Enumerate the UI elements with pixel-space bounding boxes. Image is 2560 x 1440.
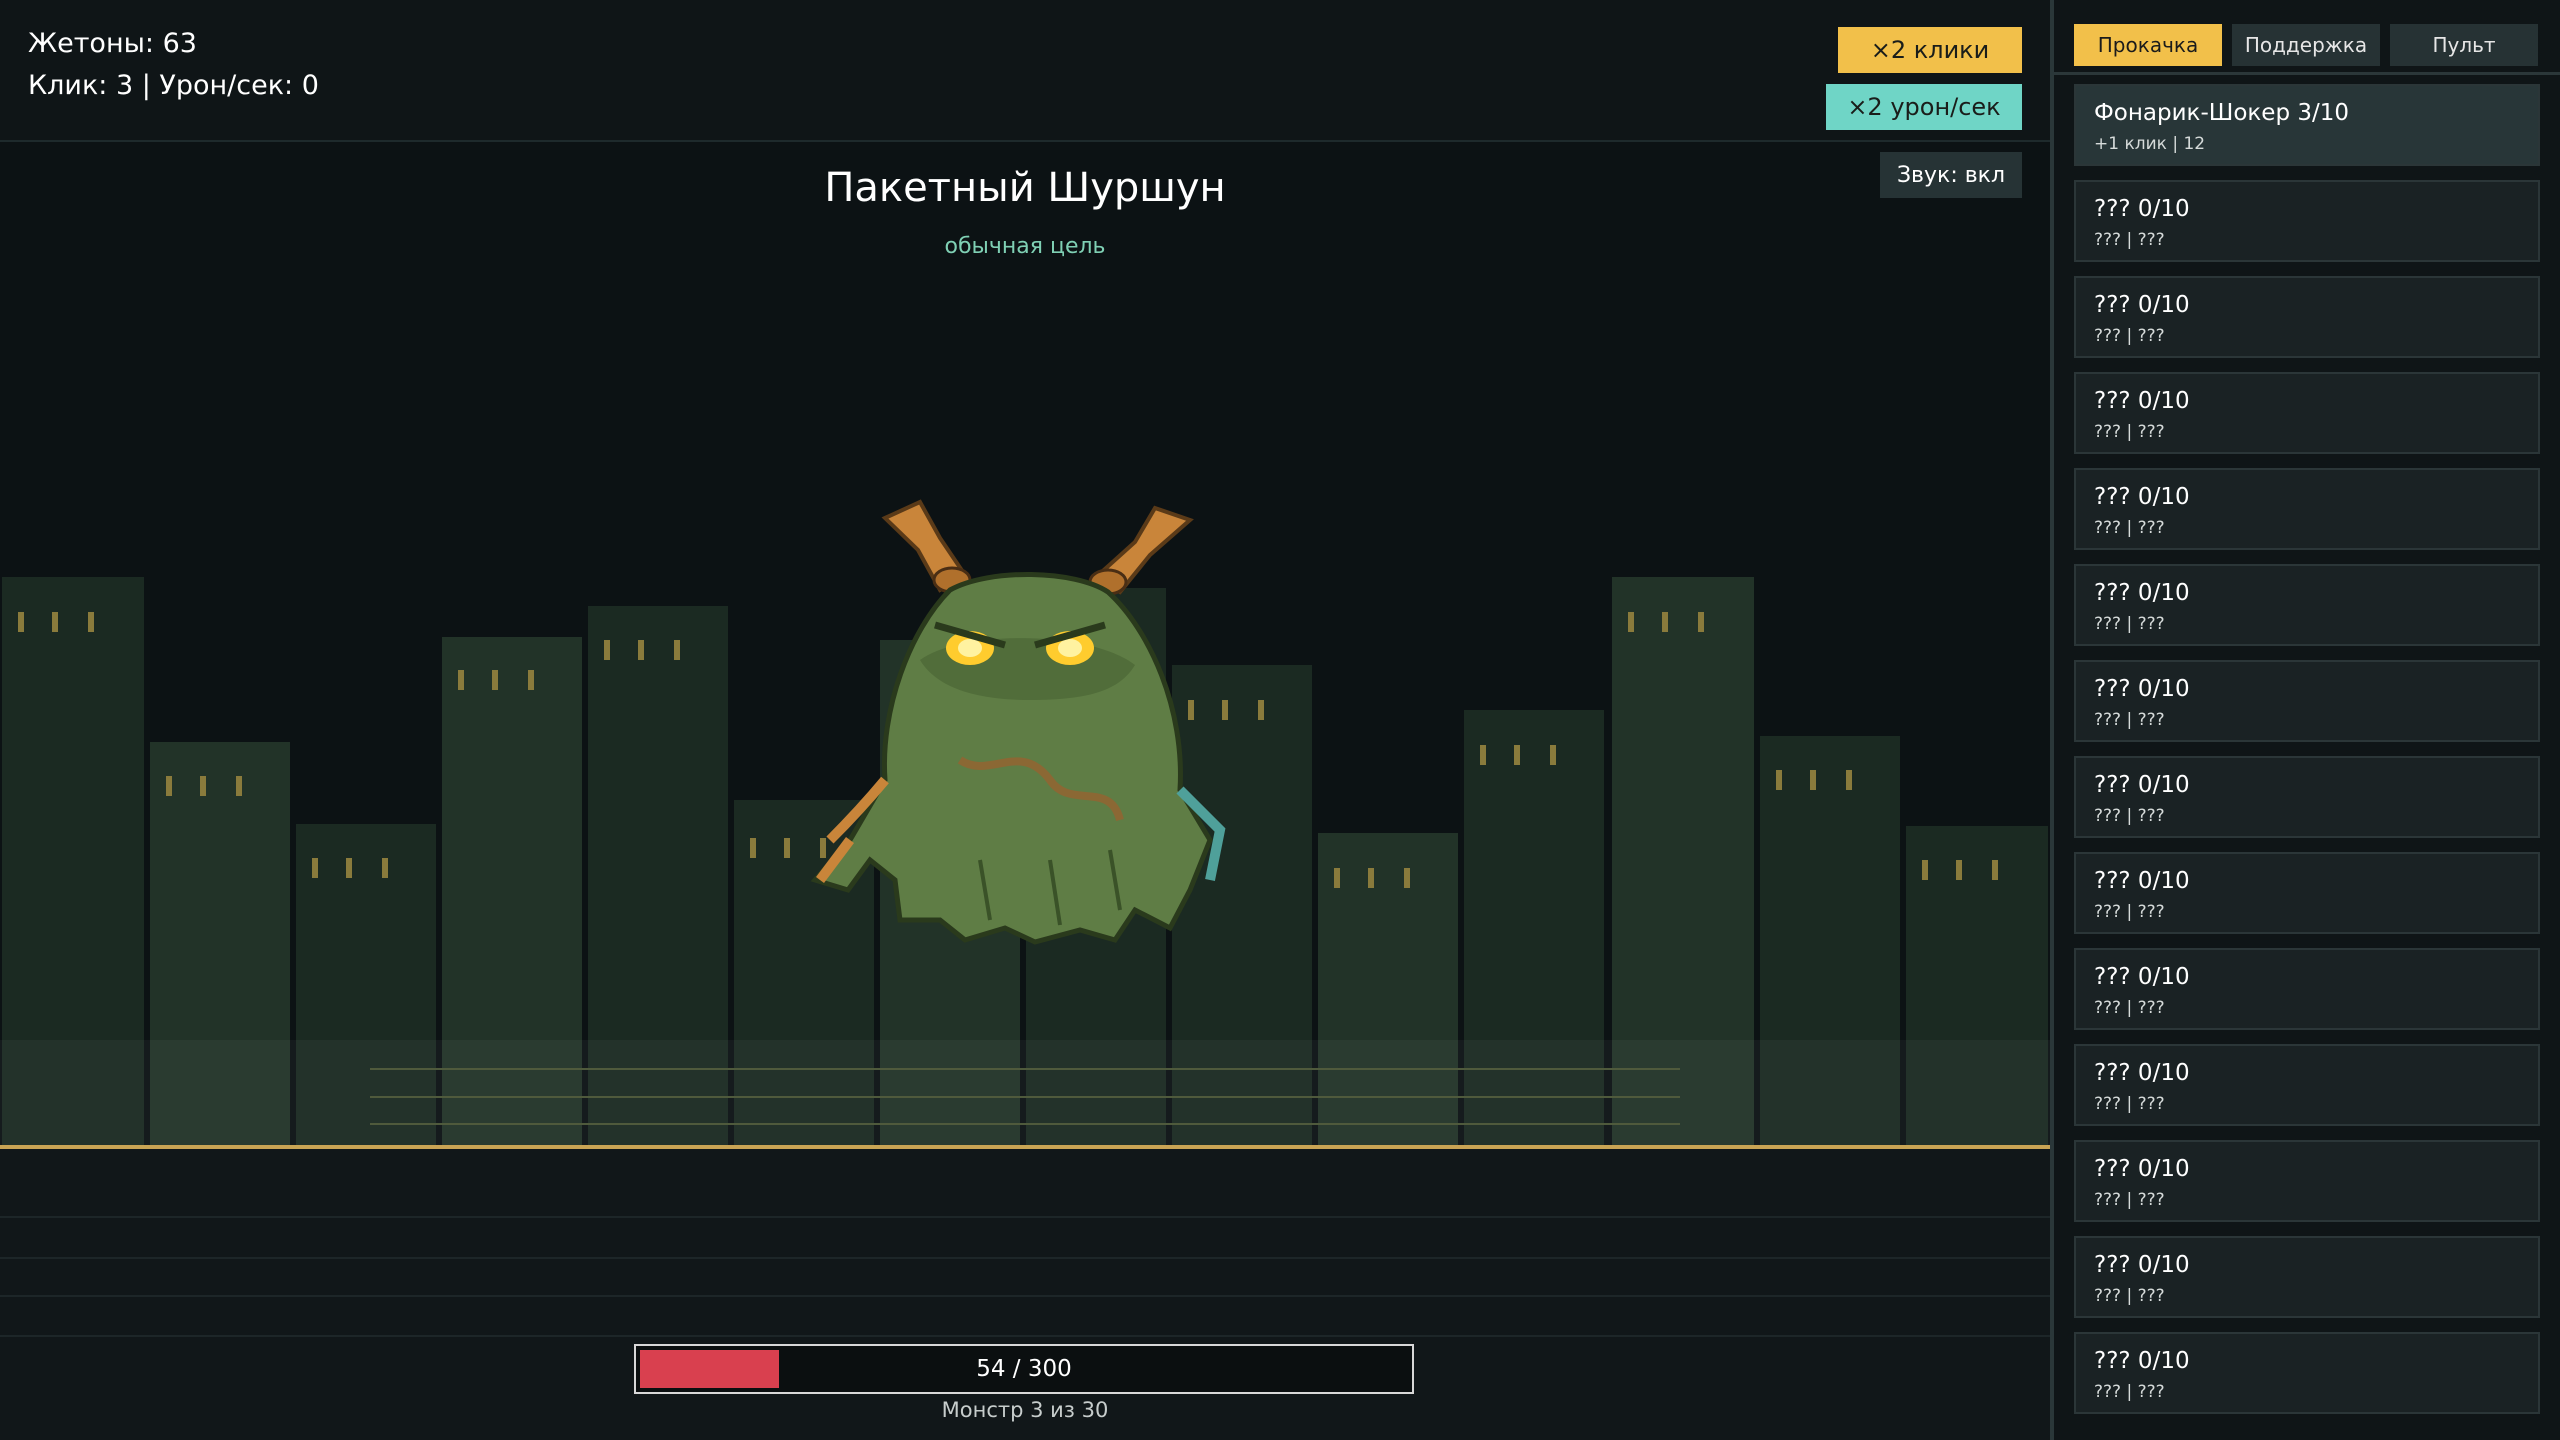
lower-lanes [0,1149,2050,1440]
panel-tabs: Прокачка Поддержка Пульт [2054,0,2560,75]
upgrade-title: ??? 0/10 [2094,676,2190,702]
tab-upgrades[interactable]: Прокачка [2074,24,2222,66]
upgrade-title: ??? 0/10 [2094,388,2190,414]
upgrade-card[interactable]: ??? 0/10 ??? | ??? [2074,1044,2540,1126]
upgrade-card[interactable]: ??? 0/10 ??? | ??? [2074,468,2540,550]
upgrade-subtitle: ??? | ??? [2094,1190,2165,1210]
upgrade-card[interactable]: ??? 0/10 ??? | ??? [2074,1236,2540,1318]
upgrade-title: ??? 0/10 [2094,772,2190,798]
tab-support[interactable]: Поддержка [2232,24,2380,66]
tokens-counter: Жетоны: 63 [28,28,197,59]
battle-area: Жетоны: 63 Клик: 3 | Урон/сек: 0 ×2 клик… [0,0,2050,1440]
upgrade-subtitle: ??? | ??? [2094,1094,2165,1114]
lane-divider [0,1335,2050,1337]
upgrade-subtitle: ??? | ??? [2094,902,2165,922]
x2-clicks-button[interactable]: ×2 клики [1838,27,2022,73]
upgrade-panel: Прокачка Поддержка Пульт Фонарик-Шокер 3… [2050,0,2560,1440]
upgrade-title: ??? 0/10 [2094,964,2190,990]
upgrade-title: ??? 0/10 [2094,292,2190,318]
upgrade-subtitle: ??? | ??? [2094,422,2165,442]
lane-divider [0,1216,2050,1218]
upgrade-card[interactable]: ??? 0/10 ??? | ??? [2074,372,2540,454]
upgrade-card[interactable]: ??? 0/10 ??? | ??? [2074,1332,2540,1414]
upgrade-title: ??? 0/10 [2094,1252,2190,1278]
upgrade-title: Фонарик-Шокер 3/10 [2094,100,2350,126]
upgrade-card[interactable]: ??? 0/10 ??? | ??? [2074,564,2540,646]
upgrade-card[interactable]: ??? 0/10 ??? | ??? [2074,660,2540,742]
game-app: Жетоны: 63 Клик: 3 | Урон/сек: 0 ×2 клик… [0,0,2560,1440]
upgrade-subtitle: ??? | ??? [2094,1286,2165,1306]
upgrade-card[interactable]: ??? 0/10 ??? | ??? [2074,276,2540,358]
monster-name: Пакетный Шуршун [824,165,1226,211]
stats-bar: Жетоны: 63 Клик: 3 | Урон/сек: 0 ×2 клик… [0,0,2050,142]
upgrade-subtitle: ??? | ??? [2094,614,2165,634]
upgrade-subtitle: ??? | ??? [2094,710,2165,730]
monster-sprite[interactable] [790,480,1260,950]
upgrade-subtitle: ??? | ??? [2094,806,2165,826]
lane-divider [0,1257,2050,1259]
hp-bar-text: 54 / 300 [976,1356,1072,1382]
upgrade-card[interactable]: ??? 0/10 ??? | ??? [2074,756,2540,838]
upgrade-title: ??? 0/10 [2094,580,2190,606]
monster-progress: Монстр 3 из 30 [941,1398,1109,1422]
upgrade-card[interactable]: ??? 0/10 ??? | ??? [2074,948,2540,1030]
monster-hp-bar: 54 / 300 [634,1344,1414,1394]
upgrade-title: ??? 0/10 [2094,1060,2190,1086]
upgrade-title: ??? 0/10 [2094,484,2190,510]
upgrade-subtitle: ??? | ??? [2094,326,2165,346]
upgrade-title: ??? 0/10 [2094,1348,2190,1374]
upgrade-subtitle: ??? | ??? [2094,998,2165,1018]
upgrade-title: ??? 0/10 [2094,196,2190,222]
upgrade-subtitle: ??? | ??? [2094,518,2165,538]
upgrade-subtitle: ??? | ??? [2094,230,2165,250]
x2-dps-button[interactable]: ×2 урон/сек [1826,84,2022,130]
upgrade-card[interactable]: ??? 0/10 ??? | ??? [2074,180,2540,262]
tab-remote[interactable]: Пульт [2390,24,2538,66]
upgrade-subtitle: +1 клик | 12 [2094,134,2206,154]
click-dps-readout: Клик: 3 | Урон/сек: 0 [28,70,319,101]
upgrade-subtitle: ??? | ??? [2094,1382,2165,1402]
lane-divider [0,1295,2050,1297]
upgrade-card[interactable]: ??? 0/10 ??? | ??? [2074,1140,2540,1222]
upgrade-card[interactable]: Фонарик-Шокер 3/10 +1 клик | 12 [2074,84,2540,166]
upgrade-title: ??? 0/10 [2094,1156,2190,1182]
upgrade-card[interactable]: ??? 0/10 ??? | ??? [2074,852,2540,934]
monster-tag: обычная цель [944,234,1106,259]
upgrade-title: ??? 0/10 [2094,868,2190,894]
